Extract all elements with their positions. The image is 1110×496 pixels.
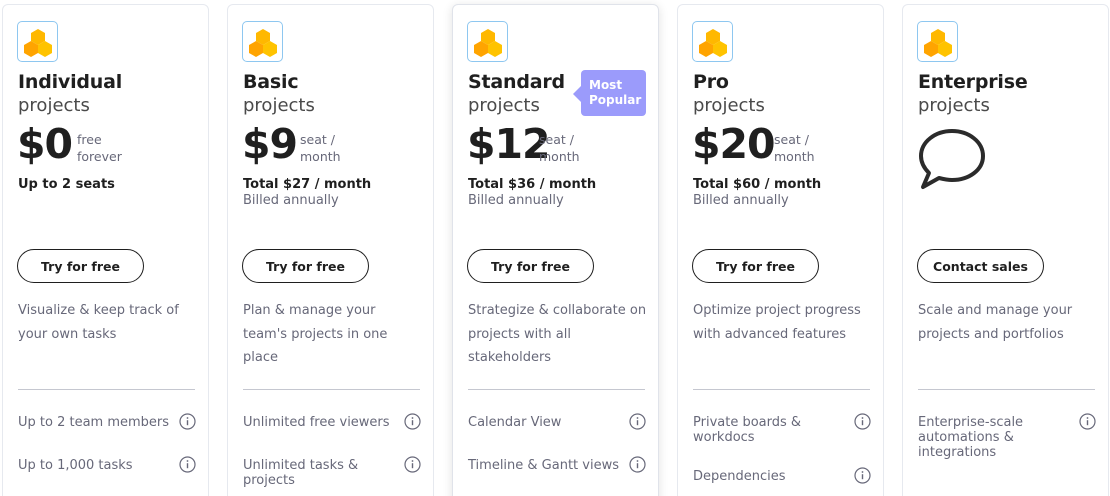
- info-icon[interactable]: [629, 413, 646, 430]
- divider: [18, 389, 195, 390]
- price-period: seat / month: [539, 131, 609, 165]
- feature-item: Enterprise-scale automations & integrati…: [918, 415, 1024, 460]
- plan-total: Total $27 / month: [243, 177, 372, 192]
- plan-description: Visualize & keep track of your own tasks: [18, 303, 179, 342]
- divider: [468, 389, 645, 390]
- product-logo-icon: [242, 21, 283, 62]
- plan-name: Basic: [243, 71, 299, 93]
- price-period: seat / month: [774, 131, 844, 165]
- divider: [918, 389, 1095, 390]
- plan-card-basic: Basic projects $9 seat / month Total $27…: [227, 4, 434, 496]
- plan-card-individual: Individual projects $0 free forever Up t…: [2, 4, 209, 496]
- info-icon[interactable]: [629, 456, 646, 473]
- feature-item: Up to 1,000 tasks: [18, 458, 133, 473]
- plan-price: $12: [467, 120, 551, 168]
- plan-subtitle: projects: [18, 95, 90, 116]
- feature-item: Unlimited free viewers: [243, 415, 390, 430]
- product-logo-icon: [692, 21, 733, 62]
- plan-description: Strategize & collaborate on projects wit…: [468, 303, 647, 365]
- plan-price: $9: [242, 120, 298, 168]
- plan-card-pro: Pro projects $20 seat / month Total $60 …: [677, 4, 884, 496]
- most-popular-badge: Most Popular: [573, 70, 646, 116]
- plan-subtitle: projects: [918, 95, 990, 116]
- plan-total: Total $36 / month: [468, 177, 597, 192]
- try-for-free-button[interactable]: Try for free: [17, 249, 144, 283]
- plan-subtitle: projects: [468, 95, 540, 116]
- try-for-free-button[interactable]: Try for free: [467, 249, 594, 283]
- feature-item: Calendar View: [468, 415, 562, 430]
- price-period-line2: month: [774, 149, 815, 164]
- price-period-line2: forever: [77, 149, 122, 164]
- speech-bubble-icon: [919, 129, 985, 189]
- product-logo-icon: [917, 21, 958, 62]
- price-period-line2: month: [300, 149, 341, 164]
- product-logo-icon: [467, 21, 508, 62]
- info-icon[interactable]: [179, 413, 196, 430]
- price-period: seat / month: [300, 131, 370, 165]
- plan-description: Optimize project progress with advanced …: [693, 303, 861, 342]
- plan-seats: Up to 2 seats: [18, 177, 115, 192]
- info-icon[interactable]: [854, 467, 871, 484]
- price-period-line1: free: [77, 132, 102, 147]
- plan-name: Pro: [693, 71, 729, 93]
- info-icon[interactable]: [179, 456, 196, 473]
- feature-item: Timeline & Gantt views: [468, 458, 619, 473]
- plan-name: Individual: [18, 71, 123, 93]
- plan-subtitle: projects: [693, 95, 765, 116]
- plan-price: $0: [17, 120, 73, 168]
- price-period-line1: seat /: [300, 132, 335, 147]
- info-icon[interactable]: [404, 456, 421, 473]
- feature-item: Dependencies: [693, 469, 786, 484]
- plan-total: Total $60 / month: [693, 177, 822, 192]
- plan-card-enterprise: Enterprise projects Contact sales Scale …: [902, 4, 1109, 496]
- plan-description: Scale and manage your projects and portf…: [918, 303, 1073, 342]
- product-logo-icon: [17, 21, 58, 62]
- info-icon[interactable]: [1079, 413, 1096, 430]
- plan-price: $20: [692, 120, 776, 168]
- billing-note: Billed annually: [243, 193, 339, 208]
- info-icon[interactable]: [404, 413, 421, 430]
- plan-name: Standard: [468, 71, 565, 93]
- billing-note: Billed annually: [468, 193, 564, 208]
- try-for-free-button[interactable]: Try for free: [242, 249, 369, 283]
- feature-item: Up to 2 team members: [18, 415, 170, 430]
- price-period: free forever: [77, 131, 147, 165]
- plan-description: Plan & manage your team's projects in on…: [243, 303, 388, 365]
- info-icon[interactable]: [854, 413, 871, 430]
- billing-note: Billed annually: [693, 193, 789, 208]
- feature-item: Unlimited tasks & projects: [243, 458, 359, 488]
- divider: [693, 389, 870, 390]
- price-period-line1: seat /: [539, 132, 574, 147]
- contact-sales-button[interactable]: Contact sales: [917, 249, 1044, 283]
- feature-item: Private boards & workdocs: [693, 415, 802, 445]
- divider: [243, 389, 420, 390]
- price-period-line1: seat /: [774, 132, 809, 147]
- plan-name: Enterprise: [918, 71, 1028, 93]
- plan-subtitle: projects: [243, 95, 315, 116]
- try-for-free-button[interactable]: Try for free: [692, 249, 819, 283]
- price-period-line2: month: [539, 149, 580, 164]
